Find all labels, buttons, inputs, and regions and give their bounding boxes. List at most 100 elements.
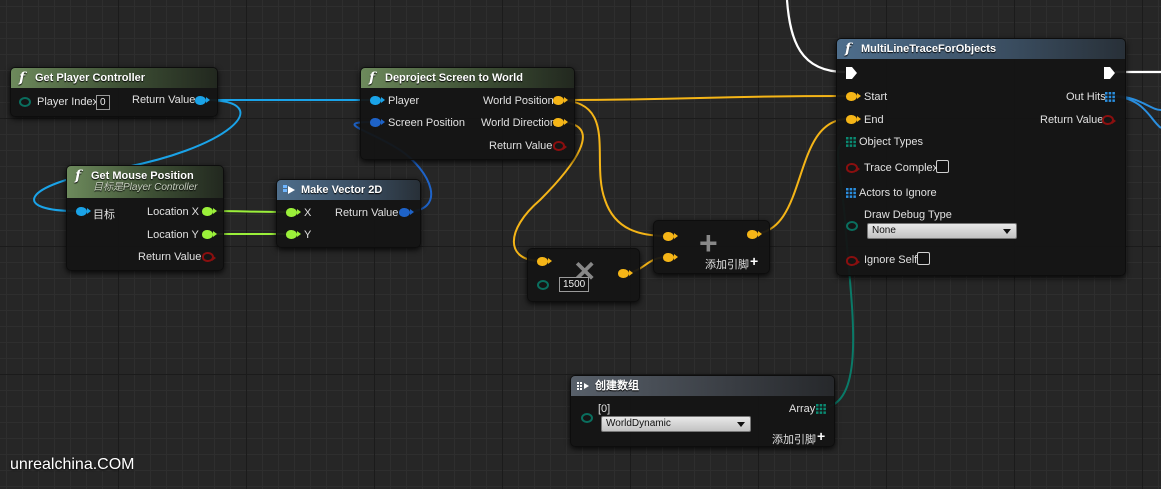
trace-complex-checkbox[interactable] (936, 160, 949, 173)
return-value-pin[interactable] (1102, 115, 1116, 125)
add-pin-label[interactable]: 添加引脚 (772, 431, 816, 447)
index-0-pin[interactable] (581, 413, 593, 423)
object-types-pin[interactable] (846, 137, 856, 147)
node-header: f Get Mouse Position 目标是Player Controlle… (67, 166, 223, 198)
player-index-label: Player Index (37, 96, 99, 108)
location-x-label: Location X (147, 206, 199, 218)
return-value-label: Return Value (138, 251, 202, 263)
actors-to-ignore-label: Actors to Ignore (859, 187, 937, 199)
chevron-down-icon (1003, 229, 1011, 234)
world-direction-pin[interactable] (553, 118, 568, 127)
return-value-pin[interactable] (195, 96, 210, 105)
node-title: Make Vector 2D (301, 184, 383, 196)
node-header: 创建数组 (571, 376, 834, 396)
make-vector-2d-node[interactable]: Make Vector 2D X Return Value Y (276, 179, 421, 248)
screen-position-pin[interactable] (370, 118, 385, 127)
exec-input-pin[interactable] (846, 67, 857, 79)
struct-icon (283, 185, 295, 194)
y-pin[interactable] (286, 230, 301, 239)
start-pin[interactable] (846, 92, 861, 101)
ignore-self-pin[interactable] (846, 256, 860, 266)
deproject-screen-to-world-node[interactable]: f Deproject Screen to World Player World… (360, 67, 575, 160)
array-label: Array (789, 403, 816, 415)
actors-to-ignore-pin[interactable] (846, 188, 856, 198)
y-label: Y (304, 229, 312, 241)
end-label: End (864, 114, 884, 126)
node-header: f Deproject Screen to World (361, 68, 574, 88)
function-icon: f (75, 168, 82, 184)
add-pin-plus-icon[interactable]: + (817, 428, 825, 444)
multiply-value-input[interactable]: 1500 (559, 277, 590, 292)
ignore-self-checkbox[interactable] (917, 252, 930, 265)
function-icon: f (369, 70, 376, 86)
x-pin[interactable] (286, 208, 301, 217)
out-hits-pin[interactable] (1105, 92, 1115, 102)
vector-wire-start (556, 95, 849, 101)
target-label: 目标 (93, 209, 115, 221)
draw-debug-type-pin[interactable] (846, 221, 858, 231)
add-output-pin[interactable] (747, 230, 762, 239)
index-0-label: [0] (598, 403, 611, 415)
ignore-self-label: Ignore Self (864, 254, 918, 266)
node-header: f Get Player Controller (11, 68, 217, 88)
world-direction-label: World Direction (481, 117, 556, 129)
vector-wire-end (751, 118, 849, 235)
node-title: Deproject Screen to World (385, 72, 523, 84)
x-label: X (304, 207, 312, 219)
object-type-value: WorldDynamic (606, 418, 671, 429)
return-value-pin[interactable] (553, 141, 567, 151)
node-title: MultiLineTraceForObjects (861, 43, 997, 55)
node-title: Get Player Controller (35, 72, 146, 84)
multiply-output-pin[interactable] (618, 269, 633, 278)
return-value-pin[interactable] (202, 252, 216, 262)
object-types-label: Object Types (859, 136, 923, 148)
object-type-dropdown[interactable]: WorldDynamic (601, 416, 751, 432)
get-player-controller-node[interactable]: f Get Player Controller Player Index 0 R… (10, 67, 218, 117)
function-icon: f (845, 41, 852, 57)
node-header: Make Vector 2D (277, 180, 420, 200)
function-icon: f (19, 70, 26, 86)
return-value-label: Return Value (1040, 114, 1104, 126)
location-y-pin[interactable] (202, 230, 217, 239)
get-mouse-position-node[interactable]: f Get Mouse Position 目标是Player Controlle… (66, 165, 224, 271)
chevron-down-icon (737, 422, 745, 427)
return-value-label: Return Value (335, 207, 399, 219)
start-label: Start (864, 91, 888, 103)
exec-output-pin[interactable] (1104, 67, 1115, 79)
trace-complex-pin[interactable] (846, 163, 860, 173)
player-pin[interactable] (370, 96, 385, 105)
player-index-pin[interactable] (19, 97, 31, 107)
array-icon (577, 382, 589, 390)
draw-debug-type-label: Draw Debug Type (864, 209, 952, 221)
trace-complex-label: Trace Complex (864, 162, 939, 174)
out-hits-label: Out Hits (1066, 91, 1106, 103)
node-header: f MultiLineTraceForObjects (837, 39, 1125, 59)
screen-position-label: Screen Position (388, 117, 466, 129)
node-title: 创建数组 (595, 380, 639, 392)
blueprint-graph-canvas[interactable]: f Get Player Controller Player Index 0 R… (0, 0, 1161, 489)
return-value-pin[interactable] (399, 208, 414, 217)
multi-line-trace-node[interactable]: f MultiLineTraceForObjects Start Out Hit… (836, 38, 1126, 276)
add-pin-plus-icon[interactable]: + (750, 253, 758, 269)
draw-debug-type-dropdown[interactable]: None (867, 223, 1017, 239)
target-pin[interactable] (76, 207, 91, 216)
draw-debug-type-value: None (872, 225, 896, 236)
return-value-label: Return Value (489, 140, 553, 152)
multiply-input-b-pin[interactable] (537, 280, 549, 290)
node-subtitle: 目标是Player Controller (93, 182, 198, 193)
player-index-input[interactable]: 0 (96, 95, 110, 110)
add-input-b-pin[interactable] (663, 253, 678, 262)
return-value-label: Return Value (132, 94, 196, 106)
world-position-pin[interactable] (553, 96, 568, 105)
location-x-pin[interactable] (202, 207, 217, 216)
multiply-node[interactable]: ✕ 1500 (527, 248, 640, 302)
multiply-input-a-pin[interactable] (537, 257, 552, 266)
location-y-label: Location Y (147, 229, 199, 241)
make-array-node[interactable]: 创建数组 [0] WorldDynamic Array 添加引脚 + (570, 375, 835, 447)
end-pin[interactable] (846, 115, 861, 124)
add-input-a-pin[interactable] (663, 232, 678, 241)
world-position-label: World Position (483, 95, 554, 107)
array-output-pin[interactable] (816, 404, 826, 414)
add-pin-label[interactable]: 添加引脚 (705, 256, 749, 272)
add-node[interactable]: + 添加引脚 + (653, 220, 770, 274)
